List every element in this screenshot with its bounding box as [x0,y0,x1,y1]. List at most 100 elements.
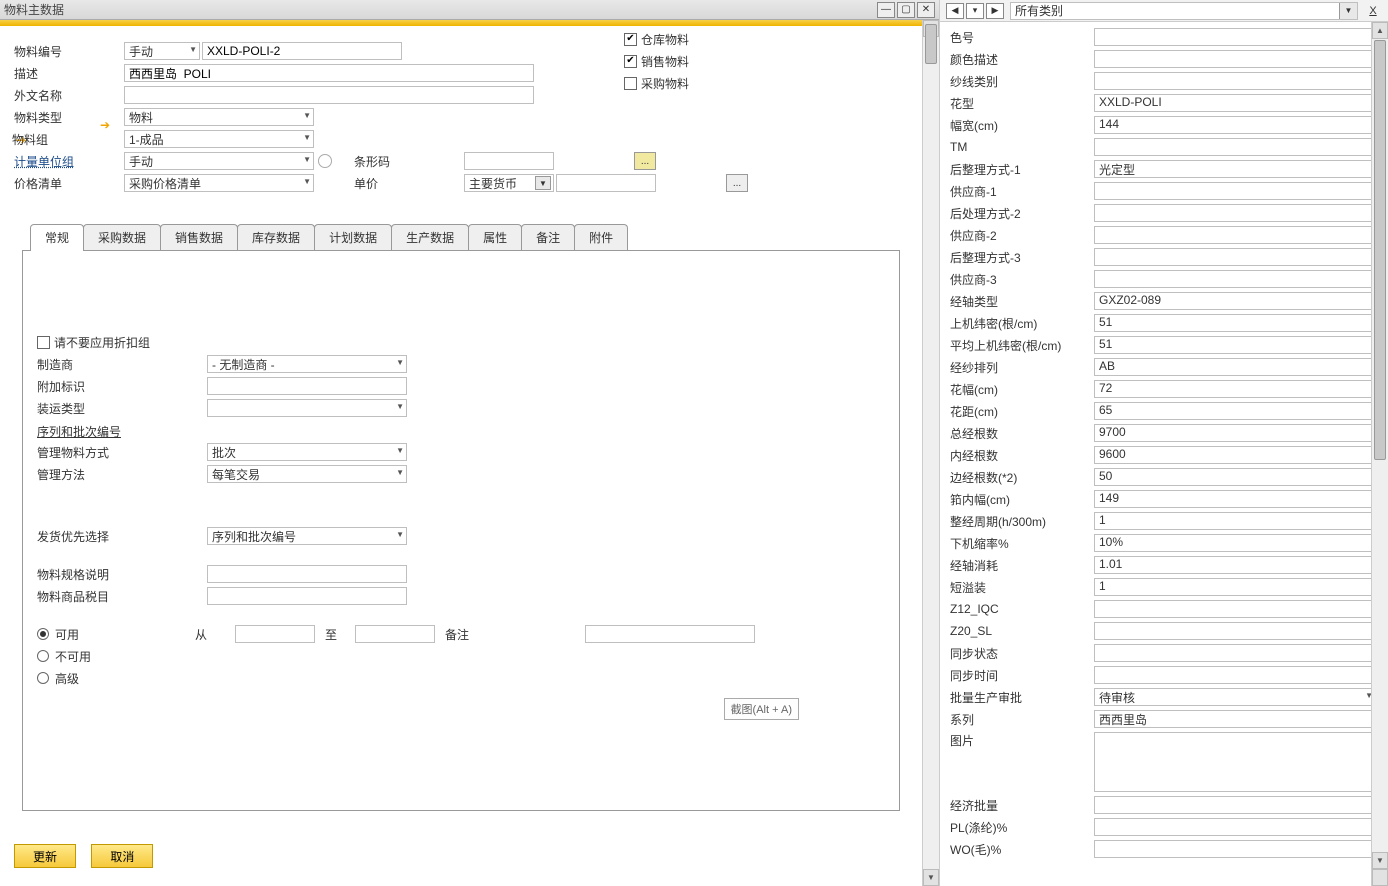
ship-type-select[interactable]: ▼ [207,399,407,417]
attr-value-input[interactable]: 西西里岛 [1094,710,1378,728]
maximize-button[interactable]: ▢ [897,2,915,18]
attr-value-input[interactable]: 50 [1094,468,1378,486]
manufacturer-select[interactable]: - 无制造商 -▼ [207,355,407,373]
addl-id-input[interactable] [207,377,407,395]
nav-next-button[interactable]: ▶ [986,3,1004,19]
scroll-down-icon[interactable]: ▼ [1372,852,1388,869]
material-group-select[interactable]: 1-成品▼ [124,130,314,148]
scroll-thumb[interactable] [925,24,937,64]
barcode-input[interactable] [464,152,554,170]
attr-row: 边经根数(*2)50 [946,466,1382,488]
no-discount-checkbox[interactable] [37,336,50,349]
from-input[interactable] [235,625,315,643]
attr-value-input[interactable]: 10% [1094,534,1378,552]
radio-available[interactable] [37,628,49,640]
attr-value-input[interactable] [1094,226,1378,244]
price-more-button[interactable]: ... [726,174,748,192]
nav-first-button[interactable]: ◀ [946,3,964,19]
uom-indicator-icon[interactable] [318,154,332,168]
tab-planning[interactable]: 计划数据 [314,224,392,250]
attr-value-input[interactable]: XXLD-POLI [1094,94,1378,112]
tab-remarks[interactable]: 备注 [521,224,575,250]
clear-filter-button[interactable]: X [1364,3,1382,19]
attr-value-input[interactable]: 1 [1094,578,1378,596]
desc-input[interactable] [124,64,534,82]
price-list-select[interactable]: 采购价格清单▼ [124,174,314,192]
attr-value-input[interactable]: 1 [1094,512,1378,530]
material-no-mode-select[interactable]: 手动▼ [124,42,200,60]
material-type-select[interactable]: 物料▼ [124,108,314,126]
scroll-thumb[interactable] [1374,40,1386,460]
attr-value-input[interactable] [1094,622,1378,640]
update-button[interactable]: 更新 [14,844,76,868]
attr-value-input[interactable]: 光定型 [1094,160,1378,178]
attr-value-input[interactable] [1094,138,1378,156]
attr-value-input[interactable]: GXZ02-089 [1094,292,1378,310]
tab-purchase[interactable]: 采购数据 [83,224,161,250]
uom-group-select[interactable]: 手动▼ [124,152,314,170]
sales-checkbox[interactable] [624,55,637,68]
size-grip-icon[interactable] [1372,869,1388,886]
material-no-input[interactable] [202,42,402,60]
remark-input[interactable] [585,625,755,643]
cancel-button[interactable]: 取消 [91,844,153,868]
tab-general[interactable]: 常规 [30,224,84,250]
radio-unavailable[interactable] [37,650,49,662]
attr-value-input[interactable] [1094,644,1378,662]
attr-value-input[interactable]: 9600 [1094,446,1378,464]
purchase-checkbox[interactable] [624,77,637,90]
attr-value-input[interactable] [1094,818,1378,836]
attr-value-input[interactable] [1094,600,1378,618]
attr-value-input[interactable]: 72 [1094,380,1378,398]
nav-prev-button[interactable]: ▾ [966,3,984,19]
barcode-lookup-button[interactable]: ... [634,152,656,170]
foreign-name-input[interactable] [124,86,534,104]
material-group-link-icon[interactable]: ➔ [98,118,112,132]
attr-value-input[interactable]: 9700 [1094,424,1378,442]
attr-value-input[interactable] [1094,72,1378,90]
attr-value-input[interactable]: AB [1094,358,1378,376]
attr-value-input[interactable] [1094,796,1378,814]
attr-value-input[interactable]: 65 [1094,402,1378,420]
attr-value-input[interactable] [1094,248,1378,266]
tab-attributes[interactable]: 属性 [468,224,522,250]
attr-value-input[interactable] [1094,182,1378,200]
manage-method-select[interactable]: 每笔交易▼ [207,465,407,483]
warehouse-checkbox[interactable] [624,33,637,46]
unit-price-input[interactable] [556,174,656,192]
attr-row: 经济批量 [946,794,1382,816]
currency-select[interactable]: 主要货币▼ [464,174,554,192]
attr-value-input[interactable] [1094,204,1378,222]
category-dropdown[interactable]: 所有类别▼ [1010,2,1358,20]
left-scrollbar[interactable]: ▲ ▼ [922,20,939,886]
scroll-up-icon[interactable]: ▲ [1372,22,1388,39]
minimize-button[interactable]: — [877,2,895,18]
manage-by-select[interactable]: 批次▼ [207,443,407,461]
tax-item-input[interactable] [207,587,407,605]
attr-value-input[interactable]: 待审核▼ [1094,688,1378,706]
spec-desc-input[interactable] [207,565,407,583]
tab-attachments[interactable]: 附件 [574,224,628,250]
attr-value-input[interactable]: 51 [1094,314,1378,332]
attr-value-input[interactable] [1094,666,1378,684]
attr-value-input[interactable]: 1.01 [1094,556,1378,574]
right-scrollbar[interactable]: ▲ ▼ [1371,22,1388,886]
attr-value-input[interactable] [1094,840,1378,858]
attr-value-input[interactable] [1094,270,1378,288]
attr-value-input[interactable]: 51 [1094,336,1378,354]
tab-sales[interactable]: 销售数据 [160,224,238,250]
label-to: 至 [325,626,345,643]
scroll-down-icon[interactable]: ▼ [923,869,939,886]
attr-value-input[interactable] [1094,50,1378,68]
attr-value-input[interactable]: 149 [1094,490,1378,508]
tab-production[interactable]: 生产数据 [391,224,469,250]
attr-value-input[interactable]: 144 [1094,116,1378,134]
tab-inventory[interactable]: 库存数据 [237,224,315,250]
label-uom-group[interactable]: 计量单位组 [14,153,124,170]
close-button[interactable]: ✕ [917,2,935,18]
ship-priority-select[interactable]: 序列和批次编号▼ [207,527,407,545]
attr-value-input[interactable] [1094,732,1378,792]
to-input[interactable] [355,625,435,643]
radio-advanced[interactable] [37,672,49,684]
attr-value-input[interactable] [1094,28,1378,46]
